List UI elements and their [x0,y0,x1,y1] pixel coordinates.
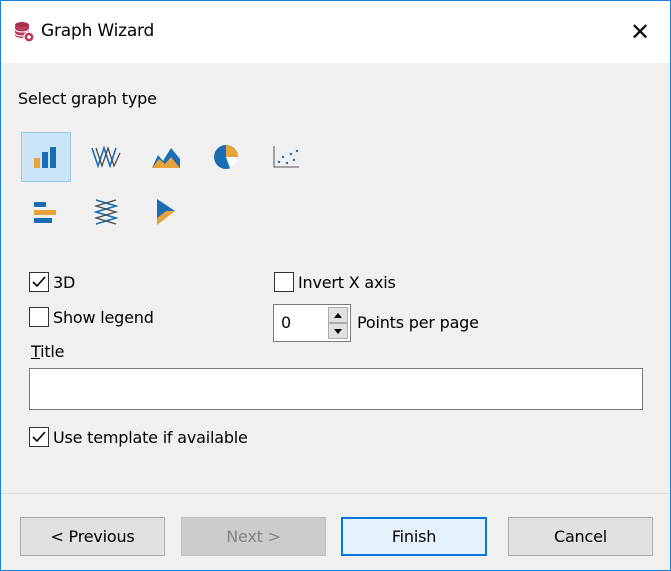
footer-divider [1,493,670,494]
close-button[interactable]: ✕ [610,1,670,63]
pie-chart-icon [214,145,238,169]
radar-chart-icon [93,199,119,225]
checkmark-icon [32,276,46,288]
window-title: Graph Wizard [41,21,155,41]
graph-type-pie-button[interactable] [201,132,251,182]
graph-wizard-dialog: Graph Wizard ✕ Select graph type 3D Inve… [0,0,671,571]
graph-type-bar-button[interactable] [21,132,71,182]
previous-button[interactable]: < Previous [20,517,165,556]
show-legend-label: Show legend [53,307,154,327]
points-per-page-value[interactable]: 0 [281,313,291,332]
close-icon: ✕ [629,18,651,46]
title-label: Title [31,342,65,361]
database-gear-icon [14,22,35,43]
scatter-chart-icon [273,146,299,168]
horizontal-bar-chart-icon [34,202,56,223]
graph-type-area-button[interactable] [141,132,191,182]
points-per-page-spinner[interactable]: 0 [273,304,351,342]
use-template-checkbox-box[interactable] [29,427,49,447]
3d-checkbox-box[interactable] [29,272,49,292]
arrow-down-icon [334,328,342,334]
finish-button[interactable]: Finish [341,517,487,556]
area-chart-icon [152,148,180,168]
graph-type-radar-button[interactable] [81,187,131,237]
title-bar: Graph Wizard ✕ [1,1,670,63]
checkmark-icon [32,431,46,443]
invert-x-axis-checkbox-box[interactable] [274,272,294,292]
invert-x-axis-label: Invert X axis [298,272,396,292]
spinner-down-button[interactable] [328,323,348,339]
next-button[interactable]: Next > [181,517,326,556]
line-chart-icon [91,145,121,169]
title-label-rest: itle [40,342,65,361]
3d-label: 3D [53,272,76,292]
bar-chart-icon [34,147,56,168]
cancel-button[interactable]: Cancel [508,517,653,556]
use-template-label: Use template if available [53,427,248,447]
spinner-up-button[interactable] [328,307,348,323]
graph-type-horizontal-bar-button[interactable] [21,187,71,237]
title-label-mnemonic: T [31,342,41,361]
title-input[interactable] [29,368,643,410]
show-legend-checkbox-box[interactable] [29,307,49,327]
funnel-chart-icon [157,199,175,225]
graph-type-scatter-button[interactable] [261,132,311,182]
use-template-checkbox[interactable]: Use template if available [29,427,248,447]
select-graph-type-label: Select graph type [18,89,157,108]
graph-type-funnel-button[interactable] [141,187,191,237]
3d-checkbox[interactable]: 3D [29,272,75,292]
show-legend-checkbox[interactable]: Show legend [29,307,154,327]
invert-x-axis-checkbox[interactable]: Invert X axis [274,272,396,292]
arrow-up-icon [334,312,342,318]
points-per-page-label: Points per page [357,313,479,332]
graph-type-line-button[interactable] [81,132,131,182]
